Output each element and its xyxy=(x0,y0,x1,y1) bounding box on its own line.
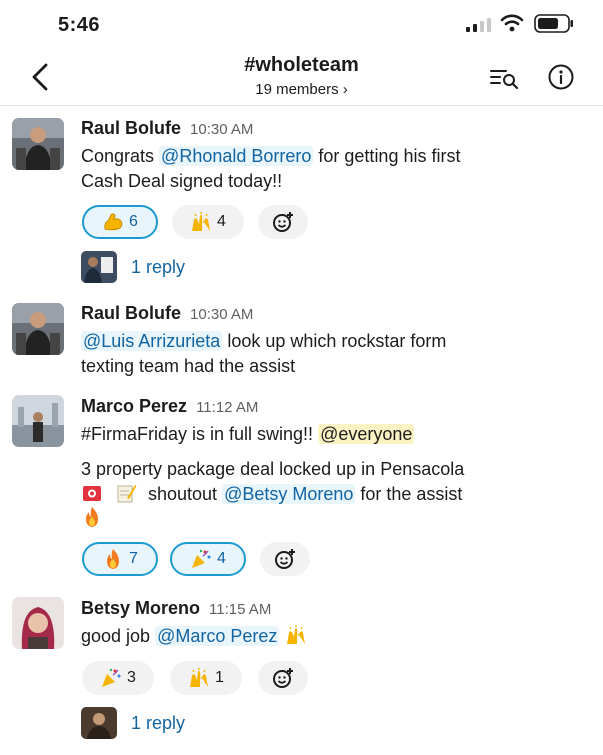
text-fragment: #FirmaFriday is in full swing!! xyxy=(81,424,319,444)
reaction-party-popper[interactable]: 4 xyxy=(170,542,246,576)
add-reaction-icon xyxy=(273,668,293,688)
user-mention[interactable]: @Betsy Moreno xyxy=(222,484,356,504)
message-text-line: @Luis Arrizurieta look up which rockstar… xyxy=(81,329,446,353)
fire-icon xyxy=(86,507,98,527)
add-reaction-button[interactable] xyxy=(258,205,308,239)
battery-icon xyxy=(534,14,573,33)
timestamp: 10:30 AM xyxy=(190,306,254,323)
user-mention[interactable]: @Luis Arrizurieta xyxy=(81,331,223,351)
message-text-line: good job @Marco Perez xyxy=(81,624,307,648)
info-icon[interactable] xyxy=(548,64,574,90)
timestamp: 11:15 AM xyxy=(209,601,272,618)
text-fragment: good job xyxy=(81,626,156,646)
text-fragment: shoutout xyxy=(143,484,223,504)
message-text-line: texting team had the assist xyxy=(81,356,296,376)
user-mention[interactable]: @Marco Perez xyxy=(155,626,280,646)
avatar-raul-bolufe[interactable] xyxy=(12,118,64,170)
cellular-signal-icon xyxy=(466,18,491,32)
message-3[interactable]: Marco Perez 11:12 AM #FirmaFriday is in … xyxy=(0,391,603,581)
party-popper-icon xyxy=(192,549,211,568)
reaction-count: 7 xyxy=(129,550,138,567)
text-fragment: for the assist xyxy=(355,484,463,504)
status-time: 5:46 xyxy=(58,14,101,36)
raising-hands-icon xyxy=(287,625,306,644)
avatar-raul-bolufe[interactable] xyxy=(12,303,64,355)
memo-icon xyxy=(117,485,137,503)
author-name[interactable]: Raul Bolufe xyxy=(81,303,181,323)
raising-hands-icon xyxy=(190,668,209,687)
reaction-raising-hands[interactable]: 4 xyxy=(172,205,244,239)
message-4[interactable]: Betsy Moreno 11:15 AM good job @Marco Pe… xyxy=(0,593,603,753)
message-header: Betsy Moreno 11:15 AM xyxy=(81,598,271,619)
siren-icon xyxy=(83,486,101,501)
avatar-betsy-moreno[interactable] xyxy=(12,597,64,649)
status-bar: 5:46 xyxy=(0,0,603,52)
reaction-raising-hands[interactable]: 1 xyxy=(170,661,242,695)
message-text-line: Congrats @Rhonald Borrero for getting hi… xyxy=(81,144,460,168)
author-name[interactable]: Raul Bolufe xyxy=(81,118,181,138)
flexed-biceps-icon xyxy=(104,213,123,231)
add-reaction-icon xyxy=(275,549,295,569)
reply-count-link[interactable]: 1 reply xyxy=(131,713,185,734)
message-1[interactable]: Raul Bolufe 10:30 AM Congrats @Rhonald B… xyxy=(0,112,603,292)
search-in-channel-icon[interactable] xyxy=(490,66,520,90)
party-popper-icon xyxy=(102,668,121,687)
add-reaction-button[interactable] xyxy=(260,542,310,576)
text-fragment: for getting his first xyxy=(313,146,461,166)
reply-avatar xyxy=(81,707,117,739)
reaction-party-popper[interactable]: 3 xyxy=(82,661,154,695)
message-text-line: #FirmaFriday is in full swing!! @everyon… xyxy=(81,422,415,446)
author-name[interactable]: Betsy Moreno xyxy=(81,598,200,618)
message-header: Raul Bolufe 10:30 AM xyxy=(81,118,253,139)
user-mention[interactable]: @Rhonald Borrero xyxy=(159,146,314,166)
reaction-count: 4 xyxy=(217,550,226,567)
reaction-count: 6 xyxy=(129,213,138,230)
fire-icon xyxy=(107,549,120,569)
message-header: Marco Perez 11:12 AM xyxy=(81,396,258,417)
timestamp: 10:30 AM xyxy=(190,121,254,138)
add-reaction-button[interactable] xyxy=(258,661,308,695)
author-name[interactable]: Marco Perez xyxy=(81,396,187,416)
text-fragment: look up which rockstar form xyxy=(222,331,447,351)
reaction-flexed-biceps[interactable]: 6 xyxy=(82,205,158,239)
reaction-count: 1 xyxy=(215,669,224,686)
channel-header: #wholeteam 19 members › xyxy=(0,48,603,106)
message-2[interactable]: Raul Bolufe 10:30 AM @Luis Arrizurieta l… xyxy=(0,297,603,377)
reply-avatar xyxy=(81,251,117,283)
message-text-line xyxy=(81,506,103,530)
reaction-fire[interactable]: 7 xyxy=(82,542,158,576)
thread-replies[interactable]: 1 reply xyxy=(81,707,185,739)
timestamp: 11:12 AM xyxy=(196,399,259,416)
everyone-mention[interactable]: @everyone xyxy=(318,424,415,444)
thread-replies[interactable]: 1 reply xyxy=(81,251,185,283)
message-text-line: shoutout @Betsy Moreno for the assist xyxy=(81,482,462,506)
avatar-marco-perez[interactable] xyxy=(12,395,64,447)
text-fragment: Congrats xyxy=(81,146,160,166)
raising-hands-icon xyxy=(192,212,211,231)
reaction-count: 4 xyxy=(217,213,226,230)
reaction-count: 3 xyxy=(127,669,136,686)
reply-count-link[interactable]: 1 reply xyxy=(131,257,185,278)
wifi-icon xyxy=(500,14,524,32)
message-text-line: Cash Deal signed today!! xyxy=(81,171,283,191)
add-reaction-icon xyxy=(273,212,293,232)
message-header: Raul Bolufe 10:30 AM xyxy=(81,303,253,324)
message-text-line: 3 property package deal locked up in Pen… xyxy=(81,459,465,479)
